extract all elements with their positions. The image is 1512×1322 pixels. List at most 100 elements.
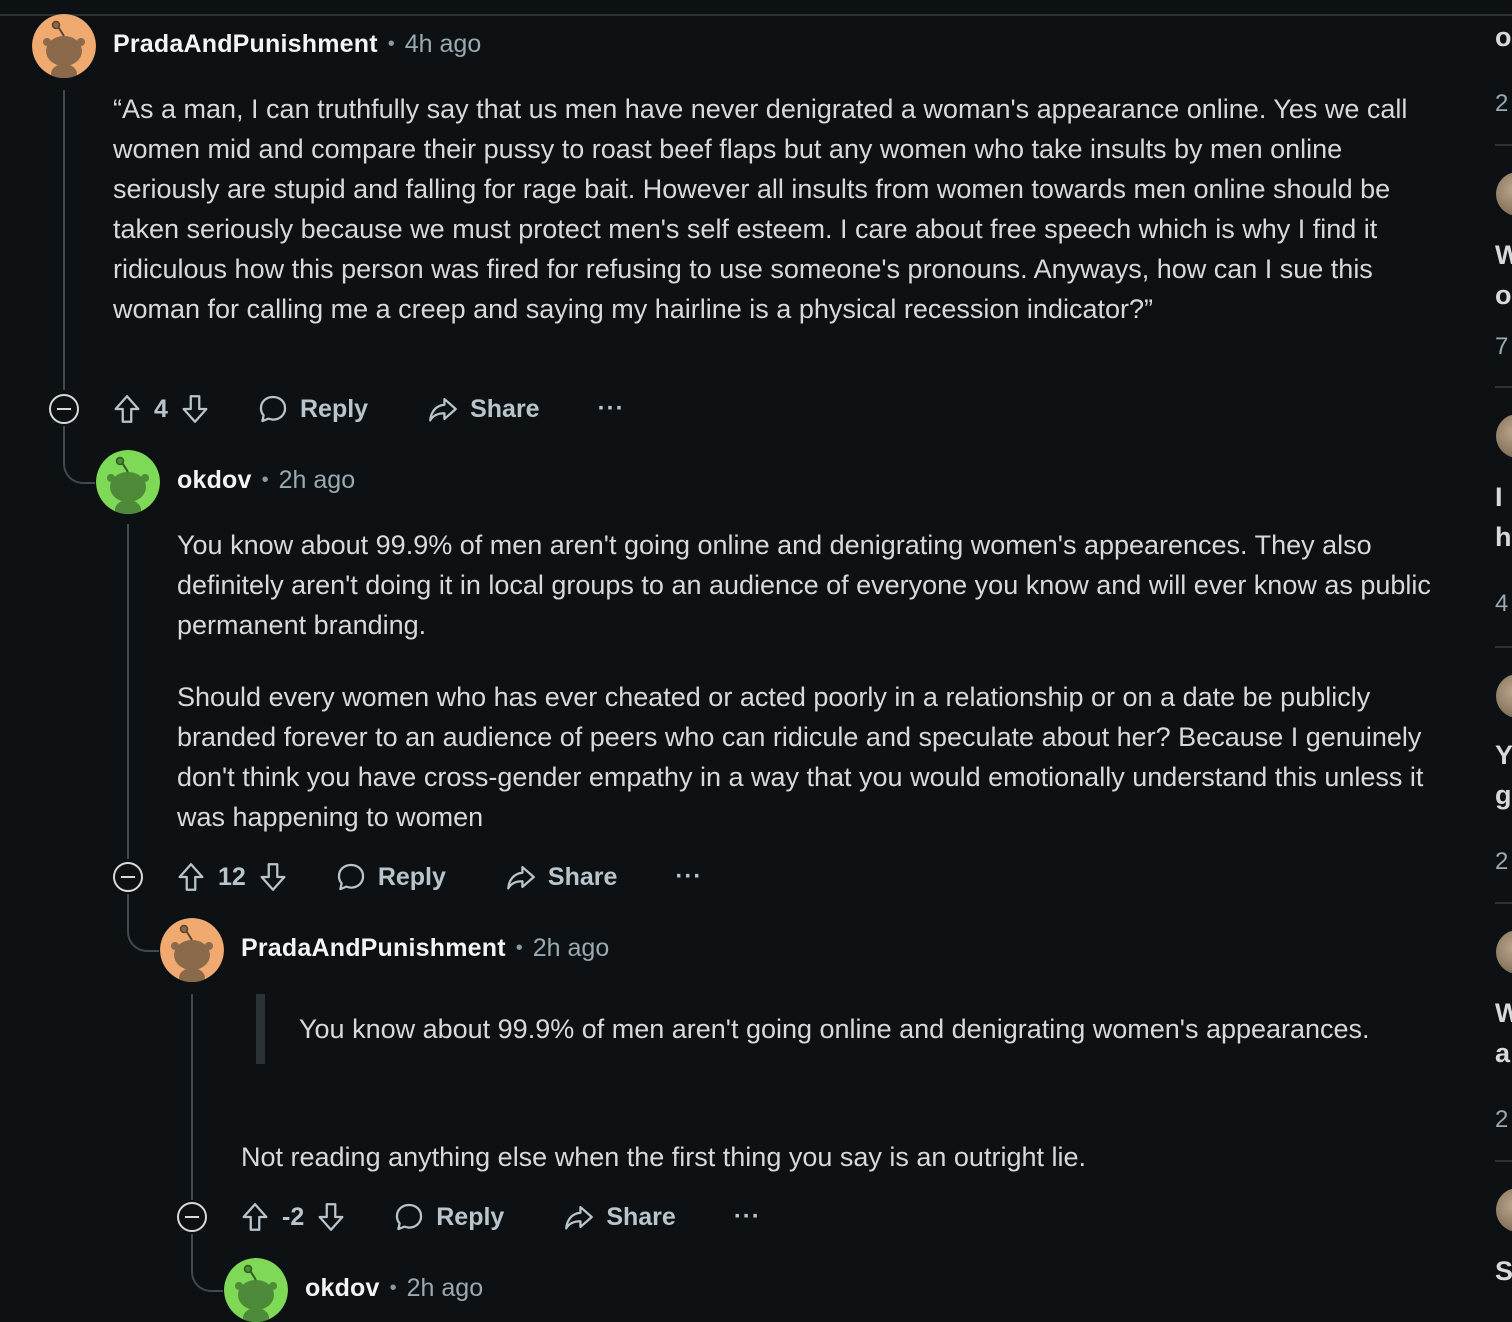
comment-paragraph: You know about 99.9% of men aren't going… <box>177 530 1431 640</box>
upvote-arrow-icon <box>114 395 140 423</box>
comment-paragraph: Not reading anything else when the first… <box>241 1142 1086 1172</box>
comment-actions: 4 Reply Share ··· <box>110 387 625 431</box>
username[interactable]: okdov <box>177 466 252 495</box>
comment-paragraph: Should every women who has ever cheated … <box>177 682 1424 832</box>
username[interactable]: okdov <box>305 1274 380 1303</box>
snoo-avatar-icon <box>32 14 96 78</box>
downvote-arrow-icon <box>260 863 286 891</box>
snoo-avatar-icon <box>160 918 224 982</box>
more-options-button[interactable]: ··· <box>734 1203 761 1231</box>
sidebar-avatar[interactable] <box>1496 1188 1512 1232</box>
share-button[interactable]: Share <box>426 392 540 426</box>
vote-count: 12 <box>218 862 246 891</box>
share-arrow-icon <box>507 865 535 890</box>
thread-line-1b <box>63 426 65 456</box>
upvote-button[interactable] <box>238 1200 272 1234</box>
share-arrow-icon <box>429 397 457 422</box>
comment-bubble-icon <box>337 863 364 891</box>
sidebar-divider <box>1495 1160 1512 1162</box>
sidebar-fragment: 2 <box>1495 90 1509 117</box>
share-label: Share <box>606 1202 676 1231</box>
share-button[interactable]: Share <box>504 860 617 894</box>
reply-label: Reply <box>377 862 446 891</box>
sidebar-fragment: o <box>1495 22 1512 52</box>
sidebar-fragment: 4 <box>1495 590 1509 617</box>
comment-bubble-icon <box>396 1203 423 1231</box>
separator-dot: • <box>515 936 523 959</box>
avatar[interactable] <box>160 918 224 982</box>
sidebar-fragment: 2 <box>1495 1106 1509 1133</box>
comment-header: okdov • 2h ago <box>177 465 355 495</box>
sidebar-fragment: W <box>1495 240 1512 270</box>
share-arrow-icon <box>565 1205 594 1230</box>
thread-connector <box>191 1264 223 1292</box>
sidebar-fragment: 7 <box>1495 333 1509 360</box>
downvote-arrow-icon <box>318 1203 344 1231</box>
downvote-button[interactable] <box>178 392 212 426</box>
thread-line-3b <box>191 1234 193 1264</box>
thread-line-1 <box>63 90 65 390</box>
reply-button[interactable]: Reply <box>256 392 368 426</box>
comment-body: Not reading anything else when the first… <box>241 1137 1441 1177</box>
comment-actions: -2 Reply Share ··· <box>238 1195 761 1239</box>
sidebar-avatar[interactable] <box>1496 930 1512 974</box>
sidebar-avatar[interactable] <box>1496 414 1512 458</box>
sidebar-divider <box>1495 646 1512 648</box>
thread-connector <box>63 456 95 484</box>
sidebar-avatar[interactable] <box>1496 674 1512 718</box>
upvote-button[interactable] <box>174 860 208 894</box>
timestamp[interactable]: 4h ago <box>405 30 481 59</box>
collapse-button[interactable] <box>113 862 143 892</box>
sidebar-fragment: 2 <box>1495 848 1509 875</box>
sidebar-divider <box>1495 386 1512 388</box>
thread-line-3 <box>191 994 193 1200</box>
avatar[interactable] <box>224 1258 288 1322</box>
reply-button[interactable]: Reply <box>334 860 446 894</box>
comment-bubble-icon <box>259 395 287 423</box>
timestamp[interactable]: 2h ago <box>407 1274 483 1303</box>
vote-count: -2 <box>282 1202 305 1231</box>
comment-header: PradaAndPunishment • 4h ago <box>113 29 481 59</box>
downvote-arrow-icon <box>182 395 208 423</box>
sidebar-fragment: o <box>1495 280 1512 310</box>
sidebar-divider <box>1495 144 1512 146</box>
comment-header: PradaAndPunishment • 2h ago <box>241 933 609 963</box>
downvote-button[interactable] <box>314 1200 348 1234</box>
sidebar-fragment: I <box>1495 482 1503 512</box>
thread-line-2b <box>127 894 129 924</box>
upvote-button[interactable] <box>110 392 144 426</box>
vote-count: 4 <box>154 394 168 423</box>
username[interactable]: PradaAndPunishment <box>113 30 378 59</box>
share-button[interactable]: Share <box>562 1200 676 1234</box>
avatar[interactable] <box>32 14 96 78</box>
comment-actions: 12 Reply Share ··· <box>174 855 702 899</box>
more-options-button[interactable]: ··· <box>598 395 625 423</box>
downvote-button[interactable] <box>256 860 290 894</box>
thread-line-2 <box>127 524 129 859</box>
snoo-avatar-icon <box>96 450 160 514</box>
comment-body: “As a man, I can truthfully say that us … <box>113 89 1443 329</box>
sidebar-fragment: Y <box>1495 740 1512 770</box>
sidebar-fragment: a <box>1495 1038 1511 1068</box>
more-options-button[interactable]: ··· <box>675 863 702 891</box>
thread-connector <box>127 924 159 952</box>
separator-dot: • <box>261 468 269 491</box>
comment-paragraph: “As a man, I can truthfully say that us … <box>113 94 1408 324</box>
sidebar-fragment: g <box>1495 780 1512 810</box>
comment-body: You know about 99.9% of men aren't going… <box>177 525 1437 837</box>
sidebar-fragment: h <box>1495 522 1512 552</box>
collapse-button[interactable] <box>49 394 79 424</box>
reply-button[interactable]: Reply <box>392 1200 504 1234</box>
share-label: Share <box>547 862 618 891</box>
collapse-button[interactable] <box>177 1202 207 1232</box>
separator-dot: • <box>389 1276 397 1299</box>
timestamp[interactable]: 2h ago <box>533 934 609 963</box>
share-label: Share <box>470 394 540 423</box>
username[interactable]: PradaAndPunishment <box>241 934 506 963</box>
avatar[interactable] <box>96 450 160 514</box>
blockquote: You know about 99.9% of men aren't going… <box>256 994 1399 1064</box>
timestamp[interactable]: 2h ago <box>279 466 355 495</box>
sidebar-fragment: S <box>1495 1256 1512 1286</box>
right-sidebar-clipped: o 2 W o 7 I h 4 Y g 2 W a 2 S <box>1495 0 1512 1316</box>
sidebar-avatar[interactable] <box>1496 172 1512 216</box>
